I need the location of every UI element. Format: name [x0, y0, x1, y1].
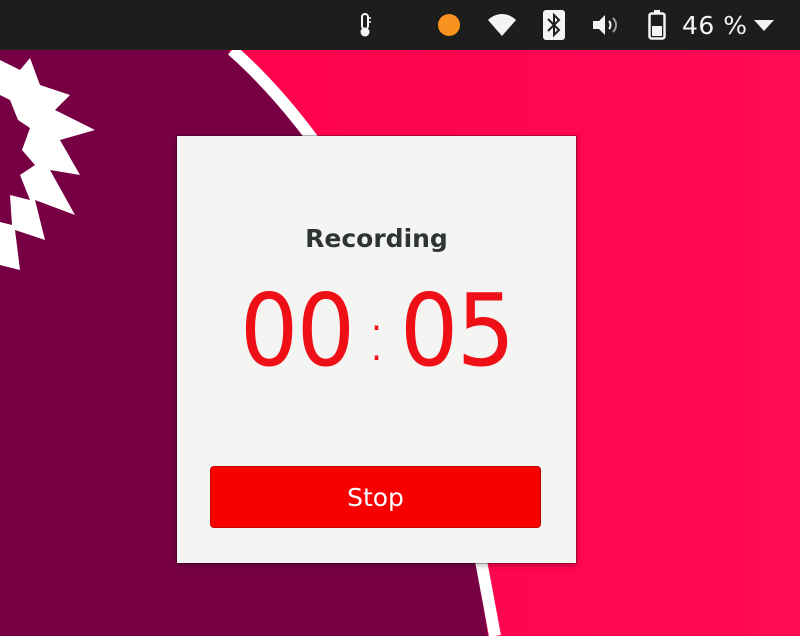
bluetooth-icon[interactable] [541, 0, 567, 50]
stop-button[interactable]: Stop [210, 466, 541, 528]
recording-dialog: Recording 00 : 05 Stop [177, 136, 576, 563]
battery-percent[interactable]: 46 % [682, 0, 748, 50]
dropdown-arrow-icon[interactable] [750, 0, 778, 50]
thermometer-icon[interactable] [352, 0, 378, 50]
recording-timer: 00 : 05 [177, 276, 576, 386]
timer-separator: : [364, 293, 389, 377]
wifi-icon[interactable] [486, 0, 518, 50]
timer-minutes: 00 [240, 272, 355, 389]
desktop-screen: 46 % Recording 00 : 05 Stop [0, 0, 800, 636]
top-panel: 46 % [0, 0, 800, 50]
volume-icon[interactable] [590, 0, 622, 50]
dialog-title: Recording [305, 224, 448, 253]
stop-button-label: Stop [347, 482, 404, 512]
battery-icon[interactable] [644, 0, 670, 50]
status-dot-icon[interactable] [436, 0, 462, 50]
timer-seconds: 05 [399, 272, 515, 389]
